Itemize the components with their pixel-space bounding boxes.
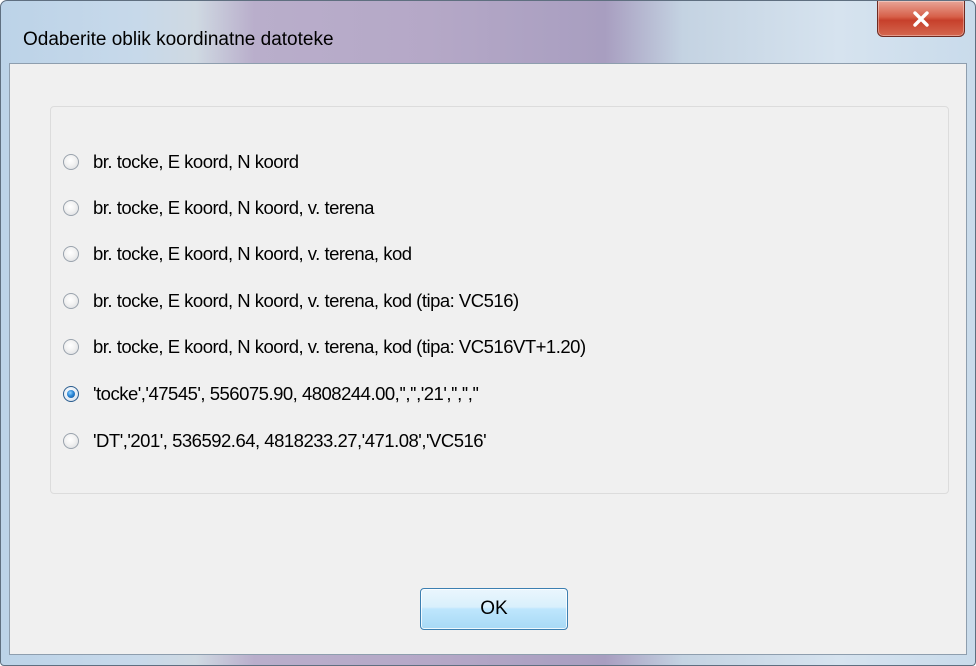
ok-button[interactable]: OK: [420, 588, 568, 630]
radio-button-2[interactable]: [63, 200, 79, 216]
option-row-4[interactable]: br. tocke, E koord, N koord, v. terena, …: [63, 286, 519, 316]
option-row-1[interactable]: br. tocke, E koord, N koord: [63, 147, 299, 177]
option-label-2: br. tocke, E koord, N koord, v. terena: [93, 197, 374, 218]
option-label-5: br. tocke, E koord, N koord, v. terena, …: [93, 336, 586, 357]
option-label-7: 'DT','201', 536592.64, 4818233.27,'471.0…: [93, 430, 487, 451]
option-row-7[interactable]: 'DT','201', 536592.64, 4818233.27,'471.0…: [63, 426, 487, 456]
radio-button-3[interactable]: [63, 246, 79, 262]
option-row-5[interactable]: br. tocke, E koord, N koord, v. terena, …: [63, 332, 586, 362]
option-label-6: 'tocke','47545', 556075.90, 4808244.00,'…: [93, 383, 479, 404]
radio-button-7[interactable]: [63, 433, 79, 449]
radio-button-4[interactable]: [63, 293, 79, 309]
close-button[interactable]: [877, 1, 965, 37]
radio-button-6-selected[interactable]: [63, 386, 79, 402]
format-options-group: br. tocke, E koord, N koord br. tocke, E…: [50, 106, 949, 494]
title-bar[interactable]: Odaberite oblik koordinatne datoteke: [1, 1, 975, 50]
option-row-2[interactable]: br. tocke, E koord, N koord, v. terena: [63, 193, 374, 223]
window-title: Odaberite oblik koordinatne datoteke: [23, 29, 334, 50]
option-row-3[interactable]: br. tocke, E koord, N koord, v. terena, …: [63, 239, 412, 269]
close-icon: [913, 10, 929, 27]
option-label-1: br. tocke, E koord, N koord: [93, 151, 299, 172]
radio-button-1[interactable]: [63, 154, 79, 170]
dialog-window: Odaberite oblik koordinatne datoteke br.…: [0, 0, 976, 666]
option-row-6[interactable]: 'tocke','47545', 556075.90, 4808244.00,'…: [63, 379, 479, 409]
radio-button-5[interactable]: [63, 339, 79, 355]
dialog-client-area: br. tocke, E koord, N koord br. tocke, E…: [9, 63, 967, 655]
option-label-3: br. tocke, E koord, N koord, v. terena, …: [93, 243, 412, 264]
option-label-4: br. tocke, E koord, N koord, v. terena, …: [93, 290, 519, 311]
